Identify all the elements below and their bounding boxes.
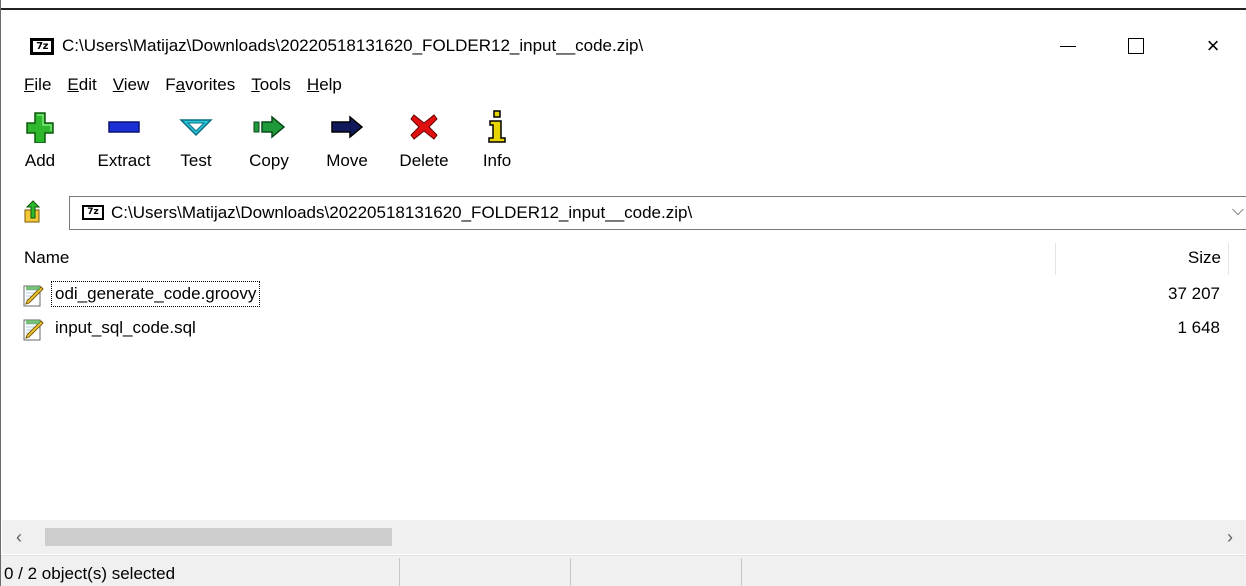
maximize-icon <box>1128 38 1144 54</box>
test-chevron-icon <box>179 105 213 149</box>
toolbar: Add Extract Test Copy Move Delete Info <box>1 105 1246 185</box>
selection-status: 0 / 2 object(s) selected <box>4 564 176 583</box>
file-name: input_sql_code.sql <box>55 318 196 337</box>
file-list: Name Size odi_generate_code.groovy 37 20… <box>2 239 1246 520</box>
minimize-icon <box>1060 45 1076 47</box>
address-bar[interactable]: 7z C:\Users\Matijaz\Downloads\2022051813… <box>69 196 1246 230</box>
menu-favorites[interactable]: Favorites <box>157 75 243 95</box>
maximize-button[interactable] <box>1114 24 1158 68</box>
scroll-right-icon[interactable]: › <box>1213 520 1246 554</box>
text-file-icon <box>22 318 46 342</box>
status-divider <box>399 558 400 586</box>
menu-edit[interactable]: Edit <box>59 75 104 95</box>
scroll-left-icon[interactable]: ‹ <box>2 520 36 554</box>
address-path: C:\Users\Matijaz\Downloads\2022051813162… <box>111 203 693 222</box>
file-size: 37 207 <box>1168 284 1220 303</box>
menu-view[interactable]: View <box>105 75 158 95</box>
test-button[interactable]: Test <box>174 105 218 183</box>
title-bar[interactable]: 7z C:\Users\Matijaz\Downloads\2022051813… <box>1 10 1246 66</box>
chevron-down-icon[interactable]: ⌵ <box>1232 202 1244 220</box>
window-title: C:\Users\Matijaz\Downloads\2022051813162… <box>62 36 644 55</box>
column-header-size[interactable]: Size <box>1188 248 1221 268</box>
delete-button[interactable]: Delete <box>393 105 455 183</box>
close-button[interactable]: × <box>1191 24 1235 68</box>
list-header: Name Size <box>2 239 1246 277</box>
minus-icon <box>108 105 140 149</box>
7zip-app-icon: 7z <box>30 38 54 55</box>
info-icon <box>487 105 507 149</box>
delete-x-icon <box>410 105 438 149</box>
file-name: odi_generate_code.groovy <box>50 281 261 307</box>
info-button[interactable]: Info <box>477 105 517 183</box>
add-button[interactable]: Add <box>18 105 62 183</box>
menu-file[interactable]: File <box>16 75 59 95</box>
menu-help[interactable]: Help <box>299 75 350 95</box>
address-row: 7z C:\Users\Matijaz\Downloads\2022051813… <box>1 192 1246 234</box>
menu-bar: File Edit View Favorites Tools Help <box>1 68 1246 102</box>
7zip-archive-icon: 7z <box>82 205 104 220</box>
status-divider <box>570 558 571 586</box>
minimize-button[interactable] <box>1046 24 1090 68</box>
list-item[interactable]: input_sql_code.sql 1 648 <box>2 313 1246 346</box>
plus-icon <box>25 105 55 149</box>
scrollbar-thumb[interactable] <box>45 528 392 546</box>
close-icon: × <box>1206 33 1220 58</box>
status-bar: 0 / 2 object(s) selected <box>1 555 1246 586</box>
copy-arrow-icon <box>252 105 286 149</box>
column-divider[interactable] <box>1228 243 1229 275</box>
app-window: 7z C:\Users\Matijaz\Downloads\2022051813… <box>0 0 1246 586</box>
horizontal-scrollbar[interactable]: ‹ › <box>2 520 1246 554</box>
file-size: 1 648 <box>1177 318 1220 337</box>
move-button[interactable]: Move <box>319 105 375 183</box>
column-divider[interactable] <box>1055 243 1056 275</box>
extract-button[interactable]: Extract <box>89 105 159 183</box>
list-item[interactable]: odi_generate_code.groovy 37 207 <box>2 279 1246 312</box>
folder-up-icon[interactable] <box>22 200 46 224</box>
move-arrow-icon <box>330 105 364 149</box>
status-divider <box>741 558 742 586</box>
copy-button[interactable]: Copy <box>244 105 294 183</box>
menu-tools[interactable]: Tools <box>243 75 299 95</box>
text-file-icon <box>22 284 46 308</box>
column-header-name[interactable]: Name <box>24 248 69 268</box>
